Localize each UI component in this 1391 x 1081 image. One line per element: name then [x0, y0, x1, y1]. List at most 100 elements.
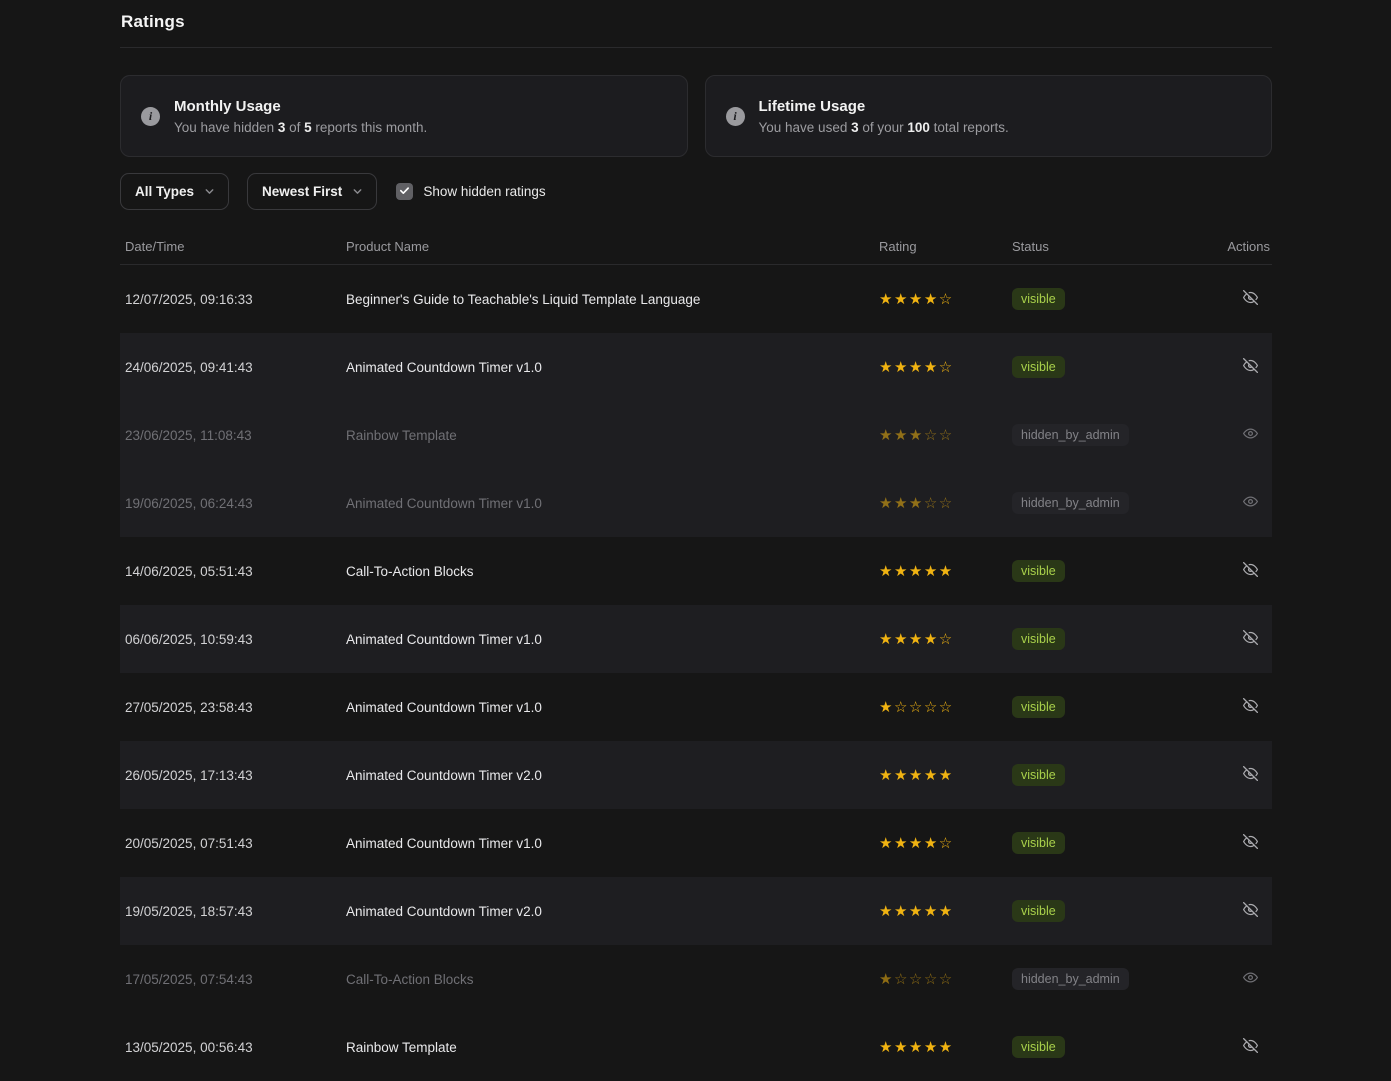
chevron-down-icon — [352, 186, 363, 197]
table-row: 12/07/2025, 09:16:33 Beginner's Guide to… — [120, 265, 1272, 333]
toggle-visibility-button[interactable] — [1241, 1036, 1260, 1058]
row-rating-stars: ★★★☆☆ — [879, 494, 1012, 512]
status-badge: visible — [1012, 356, 1065, 378]
table-header: Date/Time Product Name Rating Status Act… — [120, 228, 1272, 265]
table-row: 14/06/2025, 05:51:43 Call-To-Action Bloc… — [120, 537, 1272, 605]
status-badge: hidden_by_admin — [1012, 492, 1129, 514]
status-badge: visible — [1012, 1036, 1065, 1058]
row-rating-stars: ★☆☆☆☆ — [879, 698, 1012, 716]
row-product: Animated Countdown Timer v1.0 — [346, 632, 879, 647]
sort-filter-label: Newest First — [262, 184, 342, 199]
header-rating: Rating — [879, 239, 1012, 254]
row-product: Animated Countdown Timer v1.0 — [346, 496, 879, 511]
row-rating-stars: ★★★★★ — [879, 902, 1012, 920]
row-rating-stars: ★★★☆☆ — [879, 426, 1012, 444]
status-badge: visible — [1012, 628, 1065, 650]
monthly-usage-text: You have hidden 3 of 5 reports this mont… — [174, 120, 427, 135]
table-body: 12/07/2025, 09:16:33 Beginner's Guide to… — [120, 265, 1272, 1081]
row-rating-stars: ★★★★☆ — [879, 834, 1012, 852]
ratings-table: Date/Time Product Name Rating Status Act… — [120, 228, 1272, 1081]
row-datetime: 24/06/2025, 09:41:43 — [125, 360, 346, 375]
header-actions: Actions — [1188, 239, 1272, 254]
show-hidden-control: Show hidden ratings — [396, 183, 545, 200]
row-product: Call-To-Action Blocks — [346, 564, 879, 579]
info-icon: i — [726, 107, 745, 126]
row-datetime: 27/05/2025, 23:58:43 — [125, 700, 346, 715]
row-product: Animated Countdown Timer v1.0 — [346, 360, 879, 375]
table-row: 06/06/2025, 10:59:43 Animated Countdown … — [120, 605, 1272, 673]
row-product: Animated Countdown Timer v1.0 — [346, 836, 879, 851]
row-datetime: 17/05/2025, 07:54:43 — [125, 972, 346, 987]
filter-bar: All Types Newest First Show hidden ratin… — [120, 173, 1272, 210]
status-badge: visible — [1012, 900, 1065, 922]
toggle-visibility-button[interactable] — [1241, 288, 1260, 310]
chevron-down-icon — [204, 186, 215, 197]
table-row: 13/05/2025, 00:56:43 Rainbow Template ★★… — [120, 1013, 1272, 1081]
table-row: 27/05/2025, 23:58:43 Animated Countdown … — [120, 673, 1272, 741]
row-datetime: 26/05/2025, 17:13:43 — [125, 768, 346, 783]
toggle-visibility-button[interactable] — [1241, 560, 1260, 582]
toggle-visibility-button[interactable] — [1241, 764, 1260, 786]
row-rating-stars: ★★★★☆ — [879, 630, 1012, 648]
toggle-visibility-button[interactable] — [1241, 628, 1260, 650]
show-hidden-checkbox[interactable] — [396, 183, 413, 200]
status-badge: visible — [1012, 560, 1065, 582]
ratings-page: Ratings i Monthly Usage You have hidden … — [120, 0, 1272, 1081]
usage-cards: i Monthly Usage You have hidden 3 of 5 r… — [120, 75, 1272, 157]
table-row: 26/05/2025, 17:13:43 Animated Countdown … — [120, 741, 1272, 809]
header-status: Status — [1012, 239, 1188, 254]
toggle-visibility-button[interactable] — [1241, 900, 1260, 922]
row-product: Animated Countdown Timer v1.0 — [346, 700, 879, 715]
type-filter-label: All Types — [135, 184, 194, 199]
monthly-usage-card: i Monthly Usage You have hidden 3 of 5 r… — [120, 75, 688, 157]
row-datetime: 13/05/2025, 00:56:43 — [125, 1040, 346, 1055]
table-row: 23/06/2025, 11:08:43 Rainbow Template ★★… — [120, 401, 1272, 469]
status-badge: visible — [1012, 288, 1065, 310]
toggle-visibility-button[interactable] — [1241, 968, 1260, 990]
sort-filter-dropdown[interactable]: Newest First — [247, 173, 377, 210]
eye-off-icon — [1243, 562, 1258, 580]
type-filter-dropdown[interactable]: All Types — [120, 173, 229, 210]
toggle-visibility-button[interactable] — [1241, 696, 1260, 718]
toggle-visibility-button[interactable] — [1241, 424, 1260, 446]
row-rating-stars: ★★★★☆ — [879, 290, 1012, 308]
eye-icon — [1243, 426, 1258, 444]
row-rating-stars: ★★★★★ — [879, 1038, 1012, 1056]
row-datetime: 06/06/2025, 10:59:43 — [125, 632, 346, 647]
row-datetime: 19/05/2025, 18:57:43 — [125, 904, 346, 919]
info-icon: i — [141, 107, 160, 126]
eye-off-icon — [1243, 698, 1258, 716]
status-badge: visible — [1012, 696, 1065, 718]
eye-off-icon — [1243, 834, 1258, 852]
header-product-name: Product Name — [346, 239, 879, 254]
table-row: 19/06/2025, 06:24:43 Animated Countdown … — [120, 469, 1272, 537]
toggle-visibility-button[interactable] — [1241, 832, 1260, 854]
row-datetime: 20/05/2025, 07:51:43 — [125, 836, 346, 851]
eye-icon — [1243, 494, 1258, 512]
table-row: 24/06/2025, 09:41:43 Animated Countdown … — [120, 333, 1272, 401]
row-datetime: 14/06/2025, 05:51:43 — [125, 564, 346, 579]
row-product: Beginner's Guide to Teachable's Liquid T… — [346, 292, 879, 307]
lifetime-usage-text: You have used 3 of your 100 total report… — [759, 120, 1009, 135]
page-title: Ratings — [121, 12, 1272, 32]
row-product: Call-To-Action Blocks — [346, 972, 879, 987]
row-product: Animated Countdown Timer v2.0 — [346, 768, 879, 783]
monthly-usage-title: Monthly Usage — [174, 98, 427, 115]
toggle-visibility-button[interactable] — [1241, 356, 1260, 378]
eye-icon — [1243, 970, 1258, 988]
row-rating-stars: ★★★★☆ — [879, 358, 1012, 376]
row-datetime: 19/06/2025, 06:24:43 — [125, 496, 346, 511]
table-row: 20/05/2025, 07:51:43 Animated Countdown … — [120, 809, 1272, 877]
eye-off-icon — [1243, 290, 1258, 308]
row-rating-stars: ★★★★★ — [879, 766, 1012, 784]
row-rating-stars: ★★★★★ — [879, 562, 1012, 580]
title-divider — [120, 47, 1272, 48]
toggle-visibility-button[interactable] — [1241, 492, 1260, 514]
status-badge: hidden_by_admin — [1012, 968, 1129, 990]
row-product: Rainbow Template — [346, 428, 879, 443]
row-product: Animated Countdown Timer v2.0 — [346, 904, 879, 919]
table-row: 19/05/2025, 18:57:43 Animated Countdown … — [120, 877, 1272, 945]
status-badge: hidden_by_admin — [1012, 424, 1129, 446]
row-datetime: 12/07/2025, 09:16:33 — [125, 292, 346, 307]
eye-off-icon — [1243, 902, 1258, 920]
